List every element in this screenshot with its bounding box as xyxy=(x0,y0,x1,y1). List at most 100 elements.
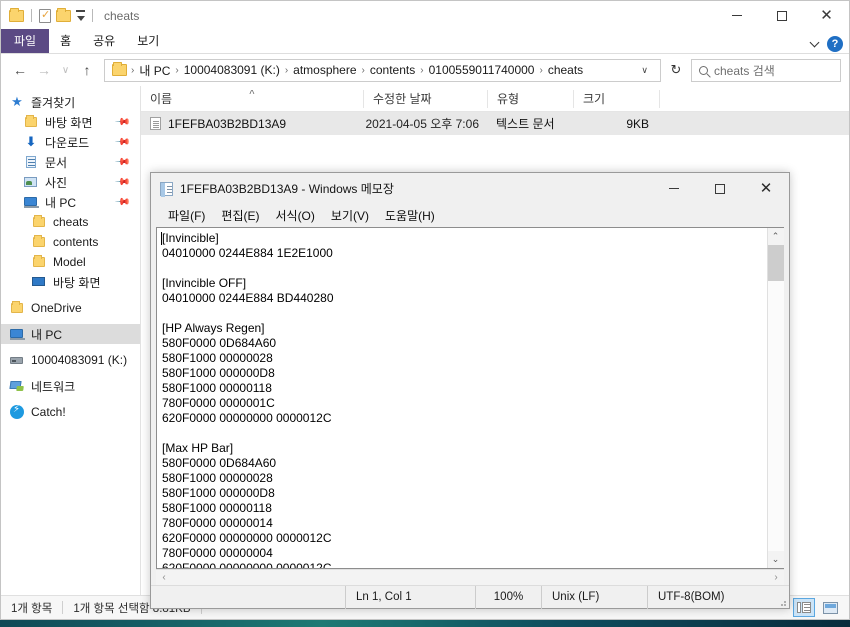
status-item-count: 1개 항목 xyxy=(11,602,53,615)
vertical-scroll-track[interactable] xyxy=(767,245,784,551)
pin-icon[interactable]: 📌 xyxy=(113,154,130,171)
notepad-maximize-button[interactable] xyxy=(697,173,743,204)
large-icons-view-icon xyxy=(822,601,838,614)
breadcrumb-0[interactable]: 내 PC xyxy=(135,62,174,79)
menu-item-file[interactable]: 파일(F) xyxy=(160,205,213,226)
refresh-button[interactable]: ↻ xyxy=(663,59,689,82)
ribbon-tab-share[interactable]: 공유 xyxy=(82,30,126,53)
pin-icon[interactable]: 📌 xyxy=(113,134,130,151)
view-mode-buttons xyxy=(793,598,841,617)
folder-icon[interactable] xyxy=(9,7,24,22)
notepad-minimize-button[interactable] xyxy=(651,173,697,204)
pin-icon[interactable]: 📌 xyxy=(113,114,130,131)
resize-grip-icon[interactable] xyxy=(773,586,789,609)
properties-icon[interactable] xyxy=(39,8,51,23)
menu-item-help[interactable]: 도움말(H) xyxy=(377,205,443,226)
menu-item-format[interactable]: 서식(O) xyxy=(267,205,322,226)
sidebar-label-documents: 문서 xyxy=(45,155,68,170)
column-header-date[interactable]: 수정한 날짜 xyxy=(363,89,487,108)
ribbon-tab-view[interactable]: 보기 xyxy=(126,30,170,53)
pin-icon[interactable]: 📌 xyxy=(113,174,130,191)
ribbon-tab-home[interactable]: 홈 xyxy=(49,30,82,53)
notepad-vertical-scrollbar[interactable]: ⌃ ⌄ xyxy=(767,228,784,568)
this-pc-icon xyxy=(23,195,39,209)
breadcrumb-3[interactable]: contents xyxy=(366,63,419,77)
sidebar-label-desktop-2: 바탕 화면 xyxy=(53,275,101,290)
column-header-type[interactable]: 유형 xyxy=(487,89,573,108)
ribbon-tab-file[interactable]: 파일 xyxy=(1,29,50,53)
notepad-horizontal-scrollbar[interactable]: ‹ › xyxy=(156,569,784,585)
sidebar-item-this-pc-fav[interactable]: 내 PC 📌 xyxy=(1,192,140,212)
menu-item-edit[interactable]: 편집(E) xyxy=(213,205,267,226)
explorer-maximize-button[interactable] xyxy=(759,1,804,30)
chevron-down-icon[interactable] xyxy=(809,37,820,48)
notepad-close-button[interactable]: ✕ xyxy=(743,173,789,204)
details-view-button[interactable] xyxy=(793,598,815,617)
status-line-ending: Unix (LF) xyxy=(541,585,647,609)
customize-dropdown-icon[interactable] xyxy=(76,10,85,21)
breadcrumb-4[interactable]: 0100559011740000 xyxy=(425,63,539,77)
pictures-icon xyxy=(23,175,39,189)
recent-locations-button[interactable]: ∨ xyxy=(57,59,74,81)
sidebar-item-this-pc[interactable]: 내 PC xyxy=(1,324,140,344)
forward-button[interactable]: → xyxy=(33,59,55,81)
notepad-text-area[interactable]: [Invincible] 04010000 0244E884 1E2E1000 … xyxy=(157,228,767,568)
column-header-row: 이름 ˄ 수정한 날짜 유형 크기 xyxy=(141,86,849,112)
sidebar-item-catch[interactable]: Catch! xyxy=(1,402,140,422)
sidebar-item-drive-k[interactable]: 10004083091 (K:) xyxy=(1,350,140,370)
address-folder-icon xyxy=(112,62,127,76)
folder-icon xyxy=(9,301,25,315)
address-bar[interactable]: › 내 PC › 10004083091 (K:) › atmosphere ›… xyxy=(104,58,661,82)
file-type-cell: 텍스트 문서 xyxy=(496,117,555,131)
scroll-right-icon[interactable]: › xyxy=(768,572,784,583)
sidebar-item-desktop-2[interactable]: 바탕 화면 xyxy=(1,272,140,292)
menu-item-view[interactable]: 보기(V) xyxy=(323,205,377,226)
sidebar-label-catch: Catch! xyxy=(31,405,66,419)
address-dropdown-icon[interactable]: ∨ xyxy=(633,65,656,76)
scroll-down-icon[interactable]: ⌄ xyxy=(767,551,784,568)
sidebar-item-onedrive[interactable]: OneDrive xyxy=(1,298,140,318)
search-box[interactable]: cheats 검색 xyxy=(691,58,841,82)
quick-access-toolbar xyxy=(9,7,95,23)
file-name-cell[interactable]: 1FEFBA03B2BD13A9 xyxy=(141,117,363,131)
details-view-icon xyxy=(797,602,811,613)
notepad-title-bar: 1FEFBA03B2BD13A9 - Windows 메모장 ✕ xyxy=(151,173,789,204)
new-folder-icon[interactable] xyxy=(56,7,71,22)
text-file-icon xyxy=(150,117,161,130)
back-button[interactable]: ← xyxy=(9,59,31,81)
explorer-minimize-button[interactable] xyxy=(714,1,759,30)
column-header-size[interactable]: 크기 xyxy=(573,89,659,108)
sidebar-label-contents: contents xyxy=(53,235,99,249)
sidebar-item-downloads[interactable]: ⬇ 다운로드 📌 xyxy=(1,132,140,152)
navigation-pane: ★ 즐겨찾기 바탕 화면 📌 ⬇ 다운로드 📌 문서 📌 사진 📌 내 PC 📌… xyxy=(1,86,141,595)
sidebar-item-pictures[interactable]: 사진 📌 xyxy=(1,172,140,192)
sidebar-item-documents[interactable]: 문서 📌 xyxy=(1,152,140,172)
sidebar-item-contents[interactable]: contents xyxy=(1,232,140,252)
table-row[interactable]: 1FEFBA03B2BD13A9 2021-04-05 오후 7:06 텍스트 … xyxy=(141,112,849,135)
status-divider xyxy=(62,601,64,614)
ribbon-tab-bar: 파일 홈 공유 보기 ? xyxy=(1,29,849,53)
vertical-scroll-thumb[interactable] xyxy=(767,245,784,281)
breadcrumb-2[interactable]: atmosphere xyxy=(289,63,360,77)
explorer-close-button[interactable]: ✕ xyxy=(804,1,849,30)
notepad-window: 1FEFBA03B2BD13A9 - Windows 메모장 ✕ 파일(F) 편… xyxy=(150,172,790,609)
sidebar-label-network: 네트워크 xyxy=(31,379,76,394)
scroll-left-icon[interactable]: ‹ xyxy=(156,572,172,583)
large-icons-view-button[interactable] xyxy=(819,598,841,617)
toolbar-divider-2 xyxy=(92,9,93,22)
breadcrumb-5[interactable]: cheats xyxy=(544,63,587,77)
sidebar-item-quick-access[interactable]: ★ 즐겨찾기 xyxy=(1,92,140,112)
up-button[interactable]: ↑ xyxy=(76,59,98,81)
pin-icon[interactable]: 📌 xyxy=(113,194,130,211)
sidebar-item-network[interactable]: 네트워크 xyxy=(1,376,140,396)
column-header-name[interactable]: 이름 ˄ xyxy=(141,90,363,108)
sidebar-item-model[interactable]: Model xyxy=(1,252,140,272)
toolbar-divider xyxy=(31,9,32,22)
explorer-title-bar: cheats ✕ xyxy=(1,1,849,30)
sidebar-item-desktop[interactable]: 바탕 화면 📌 xyxy=(1,112,140,132)
close-icon: ✕ xyxy=(820,7,833,24)
scroll-up-icon[interactable]: ⌃ xyxy=(767,228,784,245)
sidebar-item-cheats[interactable]: cheats xyxy=(1,212,140,232)
breadcrumb-1[interactable]: 10004083091 (K:) xyxy=(180,63,284,77)
help-icon[interactable]: ? xyxy=(827,36,843,52)
